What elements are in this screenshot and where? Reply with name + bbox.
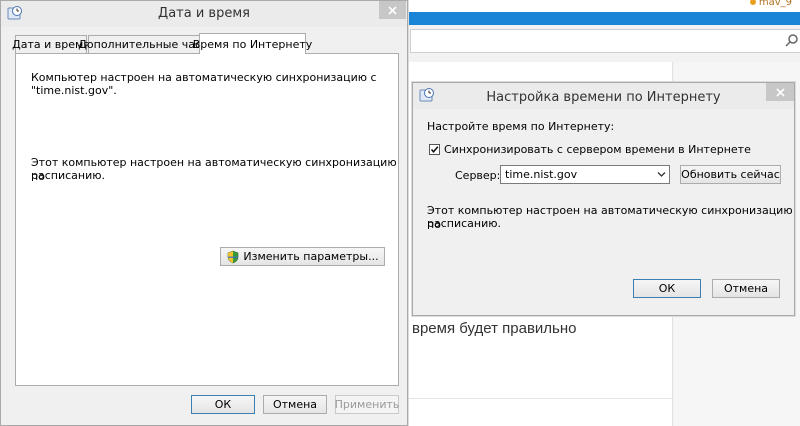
server-label: Сервер: [455, 169, 501, 182]
internet-time-cancel-button[interactable]: Отмена [712, 279, 780, 298]
internet-time-ok-button[interactable]: ОК [633, 279, 701, 298]
datetime-titlebar[interactable]: Дата и время [1, 1, 407, 27]
close-icon [775, 87, 785, 97]
tab-label: Время по Интернету [192, 37, 313, 51]
datetime-dialog: Дата и время Дата и время Дополнительные… [0, 0, 408, 426]
datetime-apply-button[interactable]: Применить [335, 395, 399, 414]
search-bar[interactable] [410, 29, 800, 53]
apply-label: Применить [334, 398, 400, 411]
user-status-icon [749, 0, 756, 5]
update-now-label: Обновить сейчас [681, 168, 780, 181]
search-icon[interactable] [785, 33, 799, 47]
internet-time-titlebar[interactable]: Настройка времени по Интернету [413, 83, 794, 109]
sync-status-line2: "time.nist.gov". [31, 84, 117, 97]
cancel-label: Отмена [272, 398, 318, 411]
internet-time-dialog: Настройка времени по Интернету Настройте… [412, 82, 795, 316]
user-name: mav_9 [758, 0, 792, 8]
tab-internet-time[interactable]: Время по Интернету [193, 33, 312, 54]
change-settings-button[interactable]: Изменить параметры... [220, 247, 385, 266]
browser-top-strip: mav_9 [405, 0, 800, 12]
tab-label: Дополнительные часы [78, 38, 210, 51]
tab-date-time[interactable]: Дата и время [12, 35, 90, 53]
change-settings-label: Изменить параметры... [243, 250, 379, 263]
internet-time-close-button[interactable] [766, 83, 794, 101]
update-now-button[interactable]: Обновить сейчас [680, 165, 781, 184]
close-icon [388, 5, 397, 15]
page-content-text: время будет правильно [412, 320, 577, 337]
internet-time-info-line2: расписанию. [427, 217, 501, 230]
user-menu[interactable]: mav_9 [749, 0, 792, 8]
sync-checkbox-label[interactable]: Синхронизировать с сервером времени в Ин… [444, 143, 751, 157]
site-header-bar [405, 12, 800, 25]
checkmark-icon [430, 146, 439, 153]
chevron-down-icon [657, 172, 666, 177]
datetime-title: Дата и время [158, 6, 250, 21]
shield-icon [228, 250, 239, 263]
internet-time-panel: Компьютер настроен на автоматическую син… [15, 53, 399, 386]
server-select[interactable]: time.nist.gov [500, 165, 670, 184]
schedule-info-line2: расписанию. [31, 169, 105, 182]
sync-checkbox[interactable] [429, 144, 440, 155]
tab-additional-clocks[interactable]: Дополнительные часы [78, 35, 210, 53]
internet-time-title: Настройка времени по Интернету [486, 90, 721, 105]
content-divider [405, 398, 672, 399]
server-value: time.nist.gov [505, 168, 578, 181]
cancel-label: Отмена [723, 282, 769, 295]
datetime-ok-button[interactable]: ОК [191, 395, 255, 414]
ok-label: ОК [658, 282, 676, 295]
ok-label: ОК [214, 398, 232, 411]
datetime-close-button[interactable] [379, 1, 406, 19]
datetime-cancel-button[interactable]: Отмена [263, 395, 327, 414]
sync-status-line1: Компьютер настроен на автоматическую син… [31, 71, 377, 84]
internet-time-heading: Настройте время по Интернету: [427, 120, 615, 133]
